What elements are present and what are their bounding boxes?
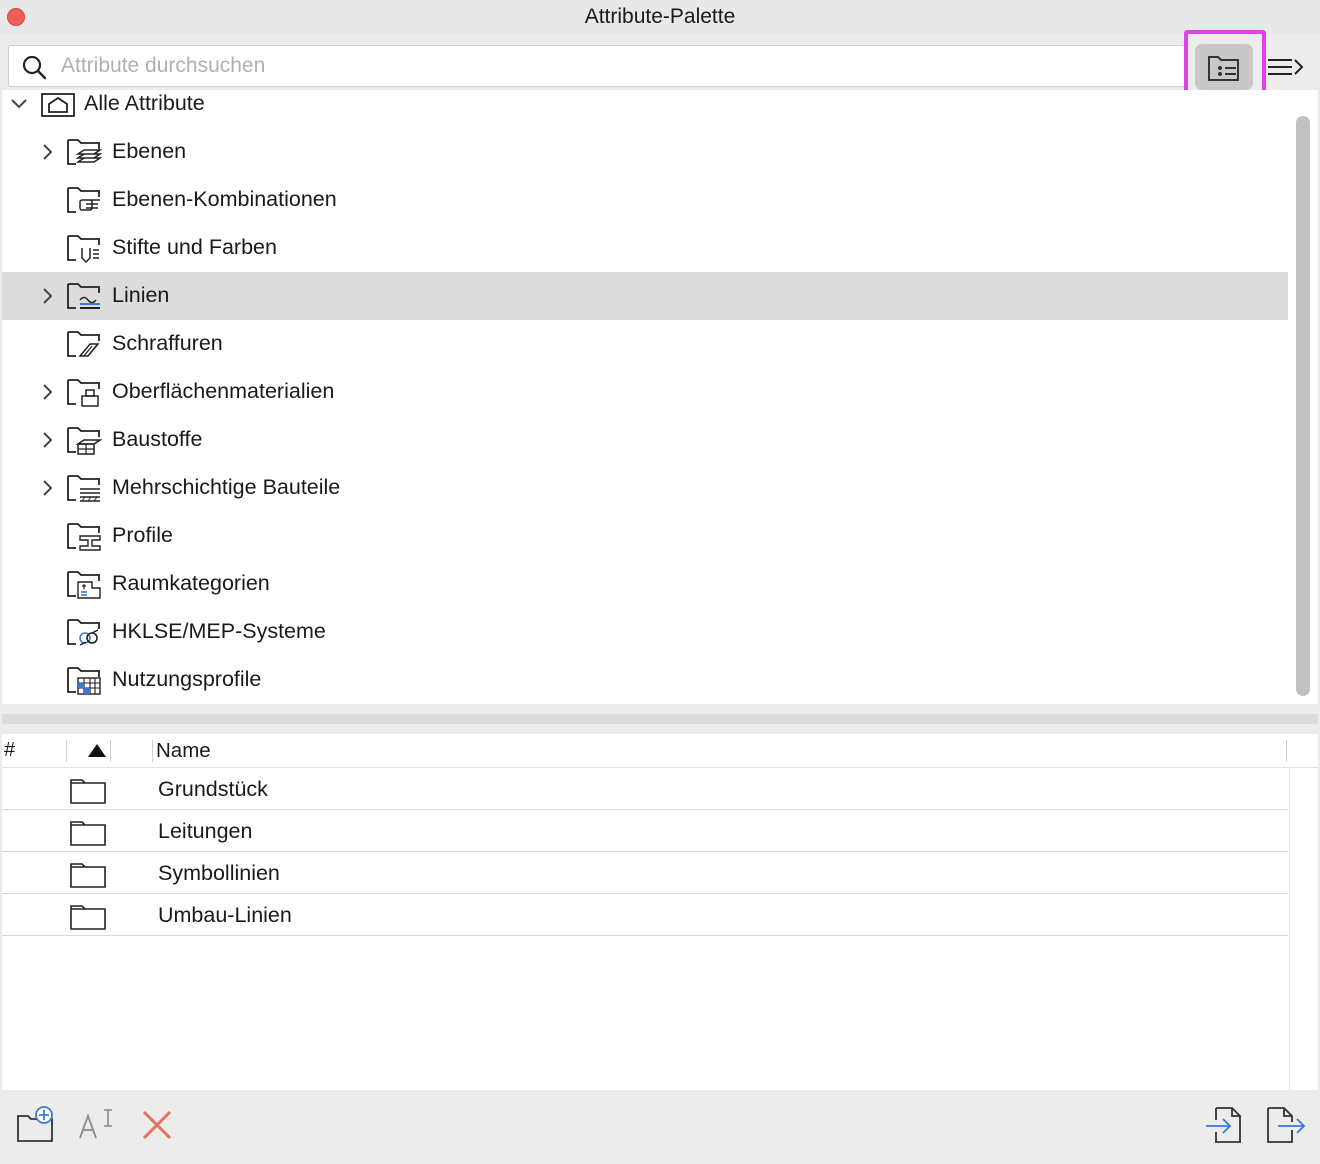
folder-icon [70, 821, 106, 846]
list-scroll-gutter [1289, 768, 1290, 1090]
export-icon[interactable] [1264, 1104, 1306, 1146]
list-row-umbau-linien[interactable]: Umbau-Linien [2, 894, 1288, 936]
list-row-symbollinien[interactable]: Symbollinien [2, 852, 1288, 894]
folder-icon [70, 905, 106, 930]
chevron-down-icon[interactable] [10, 94, 28, 114]
search-input[interactable] [61, 50, 1161, 82]
profiles-folder-icon [67, 523, 101, 551]
operation-profiles-folder-icon [67, 667, 101, 695]
tree-item-label: Linien [112, 283, 170, 307]
window-title: Attribute-Palette [584, 5, 736, 28]
list-row-leitungen[interactable]: Leitungen [2, 810, 1288, 852]
layers-folder-icon [67, 139, 102, 165]
tree-root-alle-attribute[interactable]: Alle Attribute [2, 80, 1288, 128]
tree-item-label: Schraffuren [112, 331, 223, 355]
tree-item-linien[interactable]: Linien [2, 272, 1288, 320]
zone-categories-folder-icon [67, 571, 101, 599]
tree-item-nutzungsprofile[interactable]: Nutzungsprofile [2, 656, 1288, 704]
column-separator [66, 740, 67, 762]
search-icon [22, 55, 47, 80]
column-separator [110, 740, 111, 762]
composites-folder-icon [67, 475, 100, 502]
tree-item-schraffuren[interactable]: Schraffuren [2, 320, 1288, 368]
tree-item-ebenen-kombinationen[interactable]: Ebenen-Kombinationen [2, 176, 1288, 224]
tree-item-mep-systeme[interactable]: HKLSE/MEP-Systeme [2, 608, 1288, 656]
list-row-label: Leitungen [158, 819, 253, 843]
tree-item-baustoffe[interactable]: Baustoffe [2, 416, 1288, 464]
tree-item-mehrschichtige-bauteile[interactable]: Mehrschichtige Bauteile [2, 464, 1288, 512]
list-header: # Name [2, 734, 1318, 768]
tree-scrollbar[interactable] [1296, 116, 1310, 696]
folder-list-icon [1208, 56, 1239, 81]
layer-combinations-folder-icon [67, 187, 100, 213]
folder-icon [70, 779, 106, 804]
tree-root-label: Alle Attribute [84, 91, 205, 115]
chevron-right-icon[interactable] [38, 478, 56, 498]
tree-item-label: Baustoffe [112, 427, 203, 451]
list-row-grundstueck[interactable]: Grundstück [2, 768, 1288, 810]
list-row-label: Symbollinien [158, 861, 280, 885]
bottom-toolbar [0, 1090, 1320, 1164]
mep-systems-folder-icon [67, 619, 100, 646]
chevron-right-icon[interactable] [38, 286, 56, 306]
pens-colors-folder-icon [67, 235, 100, 264]
delete-icon[interactable] [136, 1104, 178, 1146]
list-menu-icon[interactable] [1266, 52, 1306, 82]
new-folder-icon[interactable] [16, 1104, 58, 1146]
tree-item-label: Ebenen [112, 139, 187, 163]
sort-ascending-icon[interactable] [88, 744, 106, 757]
tree-item-profile[interactable]: Profile [2, 512, 1288, 560]
list-row-label: Grundstück [158, 777, 268, 801]
attribute-list: # Name Grundstück Leitungen Symbollinien… [2, 734, 1318, 1090]
rename-icon[interactable] [76, 1104, 118, 1146]
tree-item-oberflaechenmaterialien[interactable]: Oberflächenmaterialien [2, 368, 1288, 416]
column-separator [1286, 740, 1287, 762]
surfaces-folder-icon [67, 379, 100, 407]
tree-item-stifte-und-farben[interactable]: Stifte und Farben [2, 224, 1288, 272]
panel-splitter[interactable] [2, 714, 1318, 724]
column-header-number[interactable]: # [4, 739, 15, 762]
folder-icon [70, 863, 106, 888]
building-materials-folder-icon [67, 427, 102, 455]
column-separator [152, 740, 153, 762]
attribute-tree: Alle Attribute Ebenen Ebenen-Kombination… [2, 90, 1318, 704]
tree-item-label: Raumkategorien [112, 571, 270, 595]
tree-item-label: Stifte und Farben [112, 235, 277, 259]
lines-folder-icon [67, 283, 100, 309]
chevron-right-icon[interactable] [38, 430, 56, 450]
tree-item-label: Ebenen-Kombinationen [112, 187, 337, 211]
fills-folder-icon [67, 331, 100, 357]
tree-item-ebenen[interactable]: Ebenen [2, 128, 1288, 176]
title-bar: Attribute-Palette [0, 0, 1320, 34]
chevron-right-icon[interactable] [38, 382, 56, 402]
tree-item-label: Oberflächenmaterialien [112, 379, 335, 403]
tree-item-label: Nutzungsprofile [112, 667, 262, 691]
tree-item-label: Profile [112, 523, 173, 547]
list-row-label: Umbau-Linien [158, 903, 292, 927]
chevron-right-icon[interactable] [38, 142, 56, 162]
tree-item-label: Mehrschichtige Bauteile [112, 475, 341, 499]
column-header-name[interactable]: Name [156, 739, 211, 763]
tree-item-label: HKLSE/MEP-Systeme [112, 619, 326, 643]
tree-item-raumkategorien[interactable]: Raumkategorien [2, 560, 1288, 608]
import-icon[interactable] [1204, 1104, 1246, 1146]
house-folder-icon [41, 93, 75, 117]
